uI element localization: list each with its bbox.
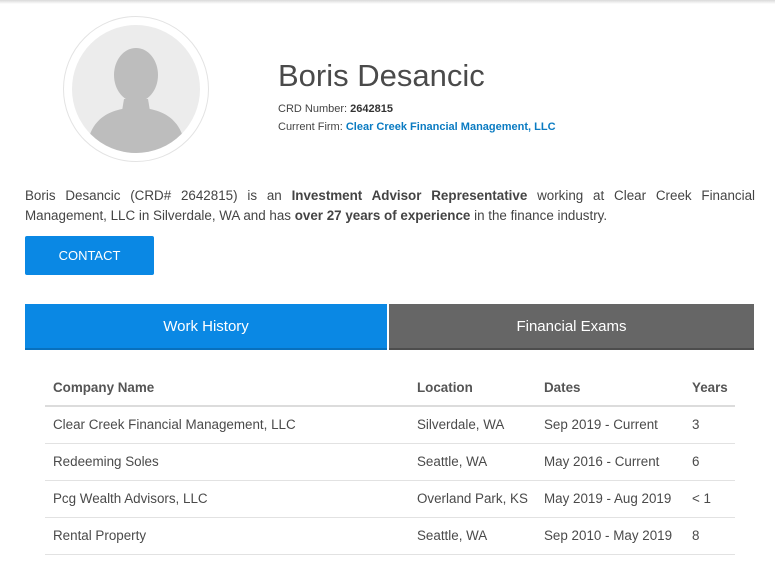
table-row: Rental Property Seattle, WA Sep 2010 - M… bbox=[45, 517, 735, 555]
advisor-name: Boris Desancic bbox=[278, 58, 485, 93]
crd-number: CRD Number: 2642815 bbox=[278, 103, 393, 115]
tab-financial-exams[interactable]: Financial Exams bbox=[389, 304, 754, 350]
column-header-years: Years bbox=[684, 370, 735, 407]
work-history-table: Company Name Location Dates Years Clear … bbox=[45, 370, 735, 555]
table-row: Pcg Wealth Advisors, LLC Overland Park, … bbox=[45, 480, 735, 518]
column-header-location: Location bbox=[409, 370, 536, 407]
cell-dates: May 2019 - Aug 2019 bbox=[536, 480, 684, 518]
table-row: Clear Creek Financial Management, LLC Si… bbox=[45, 406, 735, 444]
cell-company: Clear Creek Financial Management, LLC bbox=[45, 406, 409, 444]
bio-experience: over 27 years of experience bbox=[294, 208, 471, 223]
cell-dates: Sep 2010 - May 2019 bbox=[536, 517, 684, 555]
firm-link[interactable]: Clear Creek Financial Management, LLC bbox=[346, 121, 556, 133]
table-row: Redeeming Soles Seattle, WA May 2016 - C… bbox=[45, 443, 735, 481]
cell-location: Silverdale, WA bbox=[409, 406, 536, 444]
person-silhouette-icon bbox=[72, 25, 200, 153]
top-shadow bbox=[0, 0, 775, 4]
cell-location: Overland Park, KS bbox=[409, 480, 536, 518]
profile-avatar bbox=[63, 16, 209, 162]
advisor-bio: Boris Desancic (CRD# 2642815) is an Inve… bbox=[25, 186, 755, 226]
cell-company: Rental Property bbox=[45, 517, 409, 555]
cell-company: Redeeming Soles bbox=[45, 443, 409, 481]
cell-location: Seattle, WA bbox=[409, 443, 536, 481]
crd-value: 2642815 bbox=[350, 103, 393, 115]
cell-years: < 1 bbox=[684, 480, 735, 518]
cell-dates: Sep 2019 - Current bbox=[536, 406, 684, 444]
cell-dates: May 2016 - Current bbox=[536, 443, 684, 481]
bio-text-3: in the finance industry. bbox=[470, 208, 608, 223]
current-firm: Current Firm: Clear Creek Financial Mana… bbox=[278, 121, 556, 133]
profile-tabs: Work History Financial Exams bbox=[25, 304, 754, 350]
tab-work-history[interactable]: Work History bbox=[25, 304, 387, 350]
table-header-row: Company Name Location Dates Years bbox=[45, 370, 735, 407]
cell-years: 8 bbox=[684, 517, 735, 555]
column-header-dates: Dates bbox=[536, 370, 684, 407]
cell-years: 3 bbox=[684, 406, 735, 444]
cell-company: Pcg Wealth Advisors, LLC bbox=[45, 480, 409, 518]
crd-label: CRD Number: bbox=[278, 103, 348, 115]
firm-label: Current Firm: bbox=[278, 121, 343, 133]
bio-role: Investment Advisor Representative bbox=[291, 188, 528, 203]
cell-location: Seattle, WA bbox=[409, 517, 536, 555]
cell-years: 6 bbox=[684, 443, 735, 481]
column-header-company: Company Name bbox=[45, 370, 409, 407]
contact-button[interactable]: CONTACT bbox=[25, 236, 154, 275]
bio-text-1: Boris Desancic (CRD# 2642815) is an bbox=[25, 188, 292, 203]
